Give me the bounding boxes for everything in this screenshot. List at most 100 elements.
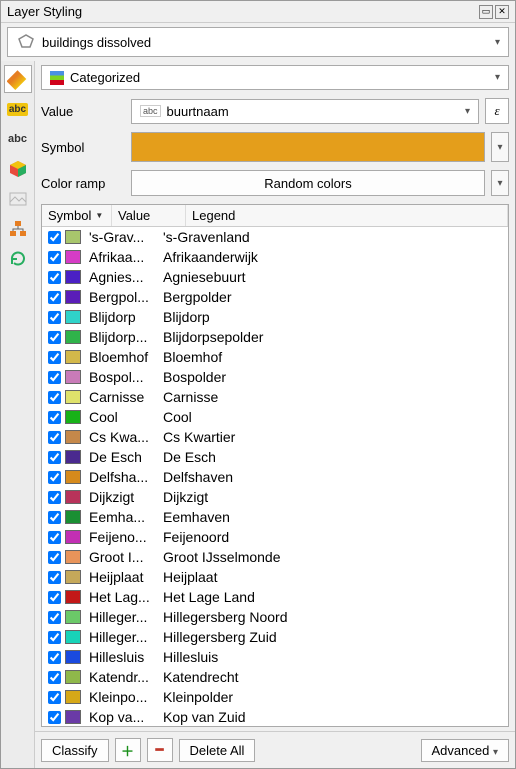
color-ramp-dropdown[interactable]: ▾ <box>491 170 509 196</box>
row-checkbox[interactable] <box>48 551 61 564</box>
row-swatch[interactable] <box>65 630 81 644</box>
row-checkbox[interactable] <box>48 351 61 364</box>
delete-all-button[interactable]: Delete All <box>179 739 256 762</box>
row-swatch[interactable] <box>65 370 81 384</box>
row-checkbox[interactable] <box>48 271 61 284</box>
renderer-selector[interactable]: Categorized ▾ <box>41 65 509 90</box>
row-checkbox[interactable] <box>48 411 61 424</box>
row-swatch[interactable] <box>65 550 81 564</box>
row-checkbox[interactable] <box>48 471 61 484</box>
table-row[interactable]: HeijplaatHeijplaat <box>42 567 508 587</box>
tab-history[interactable] <box>4 245 32 273</box>
row-swatch[interactable] <box>65 410 81 424</box>
col-legend[interactable]: Legend <box>186 205 508 226</box>
table-row[interactable]: Delfsha...Delfshaven <box>42 467 508 487</box>
table-row[interactable]: De EschDe Esch <box>42 447 508 467</box>
row-checkbox[interactable] <box>48 651 61 664</box>
table-row[interactable]: CarnisseCarnisse <box>42 387 508 407</box>
expression-button[interactable]: ε <box>485 98 509 124</box>
row-checkbox[interactable] <box>48 251 61 264</box>
table-row[interactable]: Blijdorp...Blijdorpsepolder <box>42 327 508 347</box>
advanced-button[interactable]: Advanced ▾ <box>421 739 509 762</box>
row-swatch[interactable] <box>65 270 81 284</box>
table-row[interactable]: Kop va...Kop van Zuid <box>42 707 508 726</box>
table-row[interactable]: Cs Kwa...Cs Kwartier <box>42 427 508 447</box>
tab-masks[interactable]: abc <box>4 125 32 153</box>
row-swatch[interactable] <box>65 470 81 484</box>
row-swatch[interactable] <box>65 690 81 704</box>
table-row[interactable]: Feijeno...Feijenoord <box>42 527 508 547</box>
row-swatch[interactable] <box>65 330 81 344</box>
tab-diagrams[interactable] <box>4 185 32 213</box>
row-checkbox[interactable] <box>48 611 61 624</box>
table-row[interactable]: BlijdorpBlijdorp <box>42 307 508 327</box>
row-swatch[interactable] <box>65 490 81 504</box>
row-swatch[interactable] <box>65 590 81 604</box>
table-row[interactable]: Bergpol...Bergpolder <box>42 287 508 307</box>
symbol-dropdown[interactable]: ▾ <box>491 132 509 162</box>
row-swatch[interactable] <box>65 310 81 324</box>
table-row[interactable]: Groot I...Groot IJsselmonde <box>42 547 508 567</box>
color-ramp-button[interactable]: Random colors <box>131 170 485 196</box>
tab-symbology[interactable] <box>4 65 32 93</box>
col-value[interactable]: Value <box>112 205 186 226</box>
row-swatch[interactable] <box>65 450 81 464</box>
row-swatch[interactable] <box>65 430 81 444</box>
row-checkbox[interactable] <box>48 711 61 724</box>
row-checkbox[interactable] <box>48 391 61 404</box>
tab-3d[interactable] <box>4 155 32 183</box>
table-row[interactable]: Agnies...Agniesebuurt <box>42 267 508 287</box>
row-swatch[interactable] <box>65 650 81 664</box>
row-swatch[interactable] <box>65 230 81 244</box>
row-swatch[interactable] <box>65 530 81 544</box>
tab-labels[interactable]: abc <box>4 95 32 123</box>
row-checkbox[interactable] <box>48 431 61 444</box>
table-row[interactable]: Kleinpo...Kleinpolder <box>42 687 508 707</box>
row-swatch[interactable] <box>65 510 81 524</box>
row-swatch[interactable] <box>65 670 81 684</box>
row-checkbox[interactable] <box>48 631 61 644</box>
table-row[interactable]: Hilleger...Hillegersberg Zuid <box>42 627 508 647</box>
table-row[interactable]: Katendr...Katendrecht <box>42 667 508 687</box>
row-checkbox[interactable] <box>48 591 61 604</box>
row-checkbox[interactable] <box>48 511 61 524</box>
table-row[interactable]: Het Lag...Het Lage Land <box>42 587 508 607</box>
row-swatch[interactable] <box>65 610 81 624</box>
table-row[interactable]: Eemha...Eemhaven <box>42 507 508 527</box>
col-symbol[interactable]: Symbol ▼ <box>42 205 112 226</box>
row-checkbox[interactable] <box>48 311 61 324</box>
symbol-preview[interactable] <box>131 132 485 162</box>
row-checkbox[interactable] <box>48 331 61 344</box>
table-row[interactable]: CoolCool <box>42 407 508 427</box>
row-swatch[interactable] <box>65 290 81 304</box>
classify-button[interactable]: Classify <box>41 739 109 762</box>
row-checkbox[interactable] <box>48 691 61 704</box>
row-swatch[interactable] <box>65 710 81 724</box>
row-checkbox[interactable] <box>48 231 61 244</box>
add-category-button[interactable]: ＋ <box>115 738 141 762</box>
table-row[interactable]: 's-Grav...'s-Gravenland <box>42 227 508 247</box>
row-swatch[interactable] <box>65 570 81 584</box>
table-row[interactable]: DijkzigtDijkzigt <box>42 487 508 507</box>
remove-category-button[interactable]: ━ <box>147 738 173 762</box>
row-checkbox[interactable] <box>48 491 61 504</box>
value-field-selector[interactable]: abc buurtnaam ▾ <box>131 99 479 124</box>
close-button[interactable]: ✕ <box>495 5 509 19</box>
row-checkbox[interactable] <box>48 571 61 584</box>
layer-selector[interactable]: buildings dissolved ▾ <box>7 27 509 57</box>
row-swatch[interactable] <box>65 350 81 364</box>
table-row[interactable]: HillesluisHillesluis <box>42 647 508 667</box>
row-checkbox[interactable] <box>48 451 61 464</box>
row-checkbox[interactable] <box>48 371 61 384</box>
table-row[interactable]: Hilleger...Hillegersberg Noord <box>42 607 508 627</box>
undock-button[interactable]: ▭ <box>479 5 493 19</box>
row-checkbox[interactable] <box>48 531 61 544</box>
tab-fields[interactable] <box>4 215 32 243</box>
table-row[interactable]: Bospol...Bospolder <box>42 367 508 387</box>
row-checkbox[interactable] <box>48 291 61 304</box>
row-checkbox[interactable] <box>48 671 61 684</box>
table-row[interactable]: Afrikaa...Afrikaanderwijk <box>42 247 508 267</box>
row-swatch[interactable] <box>65 250 81 264</box>
row-swatch[interactable] <box>65 390 81 404</box>
table-row[interactable]: BloemhofBloemhof <box>42 347 508 367</box>
